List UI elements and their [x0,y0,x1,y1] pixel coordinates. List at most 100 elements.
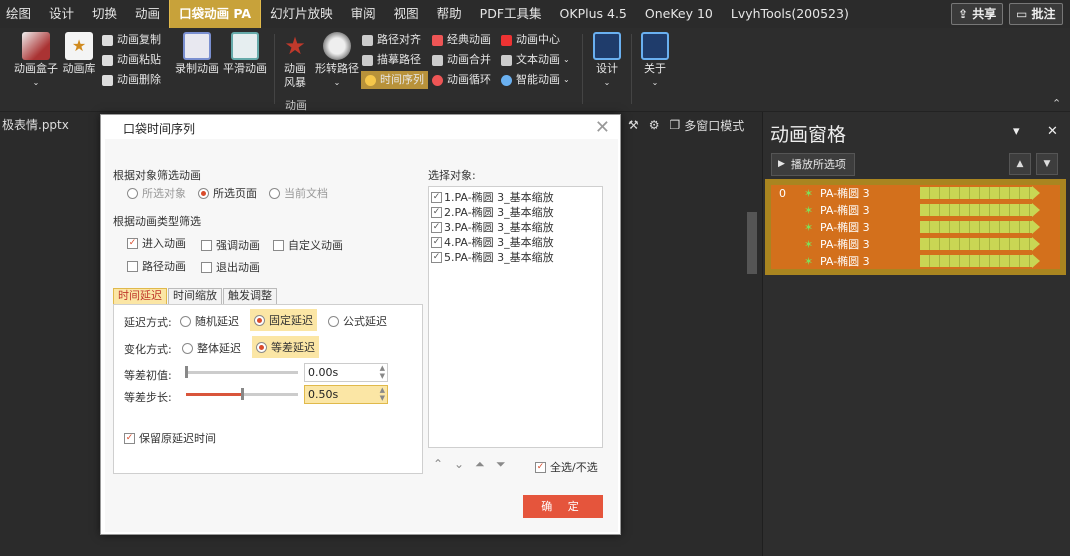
radio-current-doc[interactable]: 当前文档 [269,185,328,201]
close-icon[interactable]: ✕ [595,117,610,138]
vertical-scrollbar[interactable] [745,136,759,556]
move-up-icon[interactable]: ⌃ [433,457,443,471]
menu-okplus[interactable]: OKPlus 4.5 [551,0,636,28]
design-button[interactable]: 设计 ⌄ [590,32,624,90]
timeline-bar[interactable] [920,186,1040,200]
timeline-bar[interactable] [920,203,1040,217]
anim-merge-button[interactable]: 动画合并 [432,51,491,69]
anim-delete-button[interactable]: 动画删除 [102,71,161,89]
smooth-anim-button[interactable]: 平滑动画 [222,32,268,76]
radio-fixed-delay[interactable]: 固定延迟 [250,309,317,331]
radio-arith-delay[interactable]: 等差延迟 [252,336,319,358]
radio-random-delay[interactable]: 随机延迟 [180,313,239,329]
checkbox-entrance[interactable]: ✓ 进入动画 [127,235,186,251]
anim-center-button[interactable]: 动画中心 [501,31,560,49]
step-value-input[interactable]: 0.50s ▲ ▼ [304,385,388,404]
menu-help[interactable]: 帮助 [428,0,471,28]
ribbon: 动画盒子 ⌄ ★ 动画库 动画复制 动画粘贴 动画删除 录制动画 平滑动画 ★ … [0,28,1070,112]
record-anim-button[interactable]: 录制动画 [174,32,220,76]
list-item[interactable]: ✓ 2.PA-椭圆 3_基本缩放 [431,204,554,220]
list-item[interactable]: ✶ PA-椭圆 3 [771,236,1060,252]
move-down-icon[interactable]: ⌄ [454,457,464,471]
smart-anim-button[interactable]: 智能动画 ⌄ [501,71,570,89]
list-item[interactable]: ✓ 5.PA-椭圆 3_基本缩放 [431,249,554,265]
anim-copy-button[interactable]: 动画复制 [102,31,161,49]
anim-loop-button[interactable]: 动画循环 [432,71,491,89]
menu-pdf-tools[interactable]: PDF工具集 [471,0,551,28]
checkbox-exit[interactable]: 退出动画 [201,259,260,275]
ribbon-group-label: 动画 [285,99,307,112]
anim-lib-button[interactable]: ★ 动画库 [62,32,96,76]
gear-icon[interactable]: ⚙ [649,118,660,132]
chevron-down-icon: ⌄ [651,78,659,87]
timeline-bar[interactable] [920,237,1040,251]
checkbox-keep-delay[interactable]: ✓ 保留原延迟时间 [124,430,216,446]
tab-trigger-adjust[interactable]: 触发调整 [223,288,277,304]
list-item[interactable]: ✶ PA-椭圆 3 [771,253,1060,269]
anim-paste-button[interactable]: 动画粘贴 [102,51,161,69]
menu-view[interactable]: 视图 [385,0,428,28]
move-up-button[interactable]: ▲ [1009,153,1031,175]
move-down-button[interactable]: ▼ [1036,153,1058,175]
radio-whole-delay[interactable]: 整体延迟 [182,340,241,356]
init-slider[interactable] [186,371,298,374]
timeline-bar[interactable] [920,220,1040,234]
checkbox-custom[interactable]: 自定义动画 [273,237,343,253]
spinner-icon[interactable]: ▲ ▼ [380,364,385,380]
ok-button[interactable]: 确 定 [523,495,603,518]
document-tab[interactable]: 极表情.pptx [0,114,69,136]
init-value-input[interactable]: 0.00s ▲ ▼ [304,363,388,382]
path-align-button[interactable]: 路径对齐 [362,31,421,49]
list-item[interactable]: ✓ 1.PA-椭圆 3_基本缩放 [431,189,554,205]
move-bottom-icon[interactable]: ⏷ [496,457,506,472]
classic-anim-button[interactable]: 经典动画 [432,31,491,49]
multi-window-label[interactable]: 多窗口模式 [684,117,744,134]
classic-star-icon [432,34,443,46]
play-icon: ▶ [778,159,785,169]
list-item[interactable]: 0 ✶ PA-椭圆 3 [771,185,1060,201]
menu-onekey[interactable]: OneKey 10 [636,0,722,28]
list-item[interactable]: ✶ PA-椭圆 3 [771,219,1060,235]
checkbox-emphasis[interactable]: 强调动画 [201,237,260,253]
radio-selected-object[interactable]: 所选对象 [127,185,186,201]
menu-review[interactable]: 审阅 [342,0,385,28]
spinner-icon[interactable]: ▲ ▼ [380,386,385,402]
radio-formula-delay[interactable]: 公式延迟 [328,313,387,329]
menu-lvyhtools[interactable]: LvyhTools(200523) [722,0,858,28]
collapse-ribbon-icon[interactable]: ⌃ [1052,97,1061,110]
morph-path-button[interactable]: 形转路径 ⌄ [314,32,360,90]
about-button[interactable]: 关于 ⌄ [638,32,672,90]
time-sequence-button[interactable]: 时间序列 [361,71,428,89]
play-selected-button[interactable]: ▶ 播放所选项 [771,153,855,176]
checkbox-path[interactable]: 路径动画 [127,258,186,274]
share-button[interactable]: ⇪ 共享 [951,3,1004,25]
entrance-star-icon: ✶ [804,237,814,251]
menu-design[interactable]: 设计 [40,0,83,28]
list-item[interactable]: ✶ PA-椭圆 3 [771,202,1060,218]
menu-slideshow[interactable]: 幻灯片放映 [261,0,342,28]
init-slider-knob[interactable] [185,366,188,378]
step-slider-knob[interactable] [241,388,244,400]
checkbox-select-all[interactable]: ✓ 全选/不选 [535,459,598,475]
text-anim-button[interactable]: 文本动画 ⌄ [501,51,570,69]
menu-pocket-anim[interactable]: 口袋动画 PA [169,0,262,28]
menu-animation[interactable]: 动画 [126,0,169,28]
menu-draw[interactable]: 绘图 [0,0,40,28]
pane-menu-icon[interactable]: ▾ [1013,124,1020,139]
scroll-thumb[interactable] [747,212,757,274]
radio-selected-page[interactable]: 所选页面 [198,185,257,201]
multi-window-icon[interactable]: ❐ [670,118,681,132]
anim-box-button[interactable]: 动画盒子 ⌄ [12,32,60,90]
anim-storm-button[interactable]: ★ 动画 风暴 [278,32,312,90]
list-item[interactable]: ✓ 4.PA-椭圆 3_基本缩放 [431,234,554,250]
close-icon[interactable]: ✕ [1047,124,1058,139]
tab-time-scale[interactable]: 时间缩放 [168,288,222,304]
tool-icon[interactable]: ⚒ [628,118,639,132]
move-top-icon[interactable]: ⏶ [475,457,485,472]
timeline-bar[interactable] [920,254,1040,268]
comment-button[interactable]: ▭ 批注 [1009,3,1063,25]
tab-time-delay[interactable]: 时间延迟 [113,288,167,304]
menu-transition[interactable]: 切换 [83,0,126,28]
trace-path-button[interactable]: 描摹路径 [362,51,421,69]
list-item[interactable]: ✓ 3.PA-椭圆 3_基本缩放 [431,219,554,235]
